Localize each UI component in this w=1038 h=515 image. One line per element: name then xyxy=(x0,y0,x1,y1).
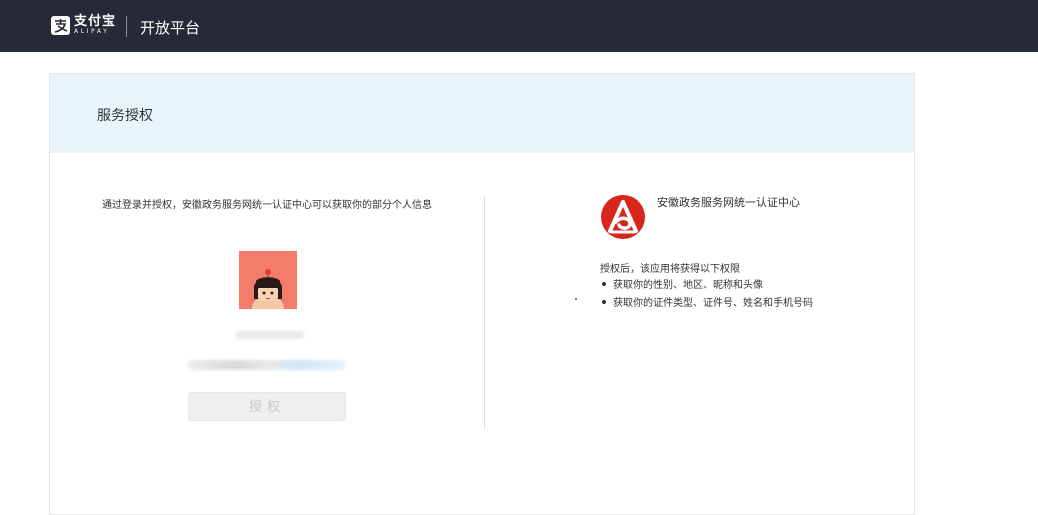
authorization-intro: 通过登录并授权，安徽政务服务网统一认证中心可以获取你的部分个人信息 xyxy=(102,200,432,211)
platform-title[interactable]: 开放平台 xyxy=(140,17,200,38)
nav-divider xyxy=(126,16,127,37)
permission-list: 获取你的性别、地区、昵称和头像 获取你的证件类型、证件号、姓名和手机号码 xyxy=(600,277,813,313)
alipay-logo[interactable]: 支付宝 ALIPAY xyxy=(51,15,116,35)
permission-item: 获取你的证件类型、证件号、姓名和手机号码 xyxy=(600,295,813,313)
authorization-card: 服务授权 通过登录并授权，安徽政务服务网统一认证中心可以获取你的部分个人信息 授… xyxy=(49,73,915,515)
logo-chinese-text: 支付宝 xyxy=(74,14,117,29)
card-header: 服务授权 xyxy=(50,74,914,153)
stray-dot xyxy=(575,298,577,300)
top-nav-bar: 支付宝 ALIPAY 开放平台 xyxy=(0,0,1038,52)
logo-english-text: ALIPAY xyxy=(74,28,110,35)
authorize-button[interactable]: 授权 xyxy=(188,392,346,421)
anhui-gov-logo-icon xyxy=(601,195,645,239)
column-divider xyxy=(484,196,485,429)
org-name: 安徽政务服务网统一认证中心 xyxy=(657,196,800,209)
permission-intro: 授权后，该应用将获得以下权限 xyxy=(600,264,740,275)
permission-item: 获取你的性别、地区、昵称和头像 xyxy=(600,277,813,295)
page-title: 服务授权 xyxy=(97,108,153,124)
alipay-mark-icon xyxy=(51,15,70,35)
bullet-icon xyxy=(602,282,606,286)
permission-text: 获取你的证件类型、证件号、姓名和手机号码 xyxy=(613,298,813,309)
blurred-account xyxy=(188,360,346,370)
permission-text: 获取你的性别、地区、昵称和头像 xyxy=(613,280,763,291)
blurred-nickname xyxy=(236,331,304,339)
avatar xyxy=(239,251,297,309)
bullet-icon xyxy=(602,300,606,304)
